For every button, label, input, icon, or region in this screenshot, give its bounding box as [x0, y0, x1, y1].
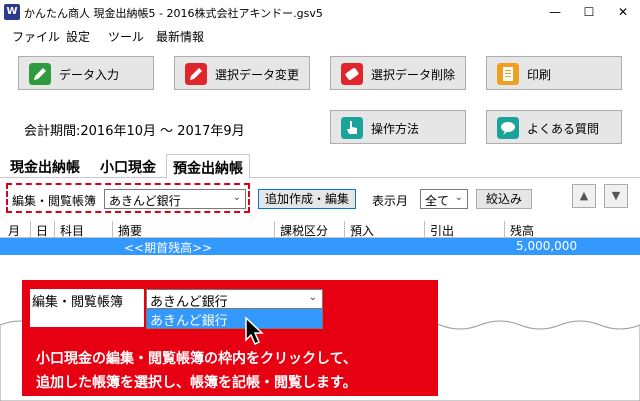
col-summary[interactable]: 摘要 [118, 222, 142, 239]
title-bar: W かんたん商人 現金出納帳5 - 2016株式会社アキンドー.gsv5 — ☐… [0, 0, 640, 24]
data-entry-label: データ入力 [59, 68, 120, 82]
scroll-up-button[interactable]: ▲ [572, 184, 596, 208]
tab-cash-book[interactable]: 現金出納帳 [4, 154, 86, 178]
guide-book-option-label: あきんど銀行 [150, 314, 228, 329]
column-divider [274, 221, 275, 238]
chevron-down-icon: ⌄ [454, 192, 463, 203]
row-balance: 5,000,000 [516, 239, 578, 253]
faq-label: よくある質問 [527, 122, 600, 136]
col-balance[interactable]: 残高 [510, 222, 534, 239]
scroll-down-button[interactable]: ▼ [604, 184, 628, 208]
column-divider [30, 221, 31, 238]
menu-bar: ファイル 設定 ツール 最新情報 [0, 26, 640, 46]
col-month[interactable]: 月 [8, 222, 20, 239]
speech-bubble-icon [497, 117, 519, 139]
edit-pencil-icon [185, 63, 207, 85]
faq-button[interactable]: よくある質問 [486, 110, 622, 144]
menu-tools[interactable]: ツール [108, 28, 144, 45]
minimize-button[interactable]: — [538, 0, 572, 24]
tab-divider [0, 177, 640, 178]
delete-selected-button[interactable]: 選択データ削除 [330, 56, 466, 90]
edit-selected-button[interactable]: 選択データ変更 [174, 56, 310, 90]
mouse-cursor-icon [245, 316, 264, 346]
how-to-use-label: 操作方法 [371, 122, 420, 136]
col-tax-category[interactable]: 課税区分 [280, 222, 328, 239]
add-edit-button[interactable]: 追加作成・編集 [258, 189, 356, 209]
column-divider [504, 221, 505, 238]
chevron-down-icon: ⌄ [232, 192, 241, 203]
col-account[interactable]: 科目 [60, 222, 84, 239]
tab-deposit-book[interactable]: 預金出納帳 [166, 154, 250, 178]
column-divider [424, 221, 425, 238]
month-label: 表示月 [372, 194, 409, 208]
col-day[interactable]: 日 [36, 222, 48, 239]
how-to-use-button[interactable]: 操作方法 [330, 110, 466, 144]
eraser-icon [341, 63, 363, 85]
table-header: 月 日 科目 摘要 課税区分 預入 引出 残高 [0, 221, 640, 238]
guide-text-line2: 追加した帳簿を選択し、帳簿を記帳・閲覧します。 [36, 375, 357, 391]
month-select[interactable]: 全て ⌄ [420, 189, 468, 209]
col-withdrawal[interactable]: 引出 [430, 222, 454, 239]
guide-book-select-value: あきんど銀行 [150, 295, 228, 310]
book-select[interactable]: あきんど銀行 ⌄ [104, 189, 246, 209]
chevron-down-icon: ⌄ [308, 292, 317, 303]
column-divider [344, 221, 345, 238]
col-deposit[interactable]: 預入 [350, 222, 374, 239]
column-divider [54, 221, 55, 238]
book-select-value: あきんど銀行 [109, 194, 181, 208]
guide-text-line1: 小口現金の編集・閲覧帳簿の枠内をクリックして、 [36, 351, 357, 367]
hand-pointer-icon [341, 117, 363, 139]
edit-selected-label: 選択データ変更 [215, 68, 300, 82]
narrow-down-button[interactable]: 絞込み [476, 189, 532, 209]
menu-news[interactable]: 最新情報 [156, 28, 204, 45]
menu-file[interactable]: ファイル [12, 28, 60, 45]
column-divider [112, 221, 113, 238]
pencil-icon [29, 63, 51, 85]
maximize-button[interactable]: ☐ [572, 0, 606, 24]
print-button[interactable]: 印刷 [486, 56, 622, 90]
book-label: 編集・閲覧帳簿 [12, 194, 97, 208]
month-select-value: 全て [425, 194, 450, 208]
close-button[interactable]: ✕ [606, 0, 640, 24]
print-icon [497, 63, 519, 85]
menu-settings[interactable]: 設定 [66, 28, 90, 45]
accounting-period: 会計期間:2016年10月 〜 2017年9月 [24, 124, 245, 139]
tab-petty-cash[interactable]: 小口現金 [94, 154, 162, 178]
row-summary: <<期首残高>> [124, 241, 213, 255]
guide-book-select[interactable]: あきんど銀行 ⌄ [146, 289, 323, 310]
data-entry-button[interactable]: データ入力 [18, 56, 154, 90]
guide-book-option[interactable]: あきんど銀行 [146, 309, 323, 329]
window-title: かんたん商人 現金出納帳5 - 2016株式会社アキンドー.gsv5 [24, 7, 323, 20]
table-row[interactable]: <<期首残高>> 5,000,000 [0, 238, 640, 255]
print-label: 印刷 [527, 68, 552, 82]
delete-selected-label: 選択データ削除 [371, 68, 456, 82]
guide-book-label: 編集・閲覧帳簿 [30, 289, 144, 327]
app-logo-icon: W [4, 4, 20, 20]
